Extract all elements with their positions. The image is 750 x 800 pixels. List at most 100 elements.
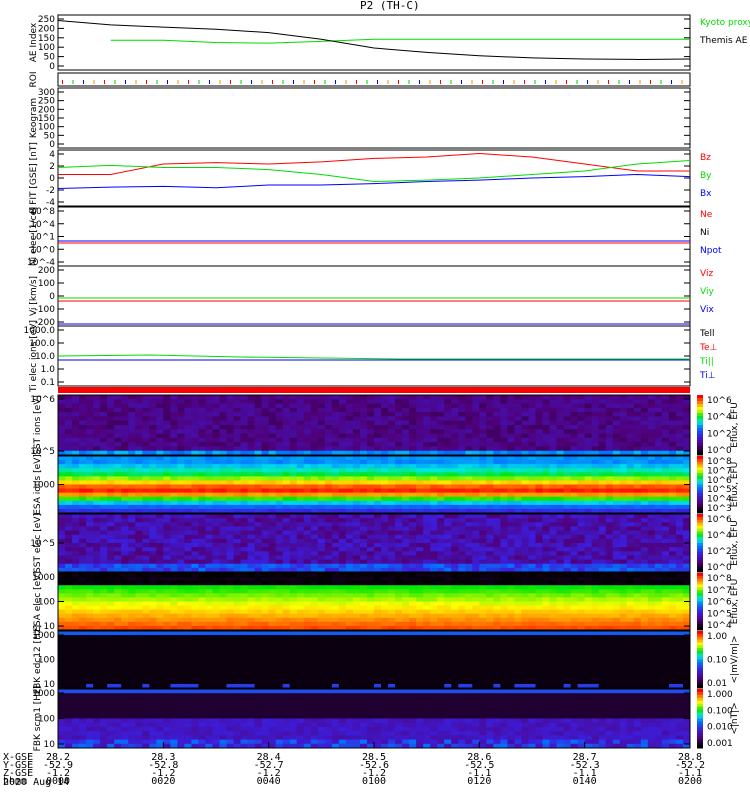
spectrogram-cell xyxy=(388,484,396,490)
spectrogram-cell xyxy=(198,425,206,430)
spectrogram-cell xyxy=(605,484,614,490)
spectrogram-cell xyxy=(254,464,263,469)
spectrogram-cell xyxy=(374,589,382,594)
spectrogram-cell xyxy=(465,500,473,506)
spectrogram-cell xyxy=(423,621,431,627)
spectrogram-cell xyxy=(226,593,235,598)
spectrogram-cell xyxy=(324,488,333,494)
spectrogram-cell xyxy=(107,563,115,569)
spectrogram-cell xyxy=(661,416,670,422)
spectrogram-cell xyxy=(500,496,508,502)
spectrogram-cell xyxy=(472,601,480,607)
spectrogram-cell xyxy=(619,488,628,494)
spectrogram-cell xyxy=(366,593,375,598)
spectrogram-cell xyxy=(170,468,178,473)
spectrogram-cell xyxy=(303,530,312,536)
spectrogram-cell xyxy=(240,601,249,607)
spectrogram-cell xyxy=(324,437,333,443)
spectrogram-cell xyxy=(233,500,242,506)
spectrogram-cell xyxy=(198,538,206,544)
spectrogram-cell xyxy=(135,609,143,615)
spectrogram-cell xyxy=(177,534,185,540)
spectrogram-cell xyxy=(163,577,171,582)
spectrogram-cell xyxy=(444,563,452,569)
spectrogram-cell xyxy=(612,573,621,578)
spectrogram-cell xyxy=(156,547,164,552)
spectrogram-cell xyxy=(451,464,459,469)
spectrogram-cell xyxy=(682,420,691,426)
spectrogram-cell xyxy=(423,593,431,598)
spectrogram-cell xyxy=(191,601,199,607)
spectrogram-cell xyxy=(472,551,480,556)
spectrogram-cell xyxy=(233,585,242,590)
spectrogram-cell xyxy=(142,395,150,400)
spectrogram-cell xyxy=(359,412,368,417)
spectrogram-cell xyxy=(563,403,572,409)
spectrogram-cell xyxy=(640,403,649,409)
spectrogram-cell xyxy=(535,530,544,536)
spectrogram-cell xyxy=(584,412,593,417)
spectrogram-cell xyxy=(654,585,663,590)
spectrogram-cell xyxy=(352,617,361,623)
spectrogram-cell xyxy=(359,395,368,400)
spectrogram-cell xyxy=(514,496,522,502)
spectrogram-cell xyxy=(584,480,593,485)
spectrogram-cell xyxy=(142,456,150,461)
spectrogram-cell xyxy=(128,407,136,413)
spectrogram-cell xyxy=(170,420,178,426)
spectrogram-cell xyxy=(507,514,515,519)
spectrogram-cell xyxy=(577,456,586,461)
spectrogram-cell xyxy=(416,522,424,527)
spectrogram-cell xyxy=(296,563,305,569)
spectrogram-cell xyxy=(381,547,389,552)
spectrogram-cell xyxy=(409,559,417,565)
spectrogram-cell xyxy=(374,563,382,569)
spectrogram-cell xyxy=(549,593,558,598)
spectrogram-cell xyxy=(240,472,249,477)
spectrogram-cell xyxy=(212,429,221,435)
spectrogram-cell xyxy=(605,526,614,532)
spectrogram-cell xyxy=(542,433,551,439)
spectrogram-cell xyxy=(142,581,150,586)
spectrogram-cell xyxy=(149,403,157,409)
spectrogram-cell xyxy=(163,446,171,452)
spectrogram-cell xyxy=(268,526,277,532)
spectrogram-cell xyxy=(416,456,424,461)
spectrogram-cell xyxy=(310,468,319,473)
spectrogram-cell xyxy=(591,593,600,598)
spectrogram-cell xyxy=(556,589,565,594)
spectrogram-cell xyxy=(633,416,642,422)
spectrogram-cell xyxy=(381,468,389,473)
spectrogram-cell xyxy=(402,399,410,405)
spectrogram-cell xyxy=(114,585,122,590)
spectrogram-cell xyxy=(177,437,185,443)
spectrogram-cell xyxy=(486,468,494,473)
spectrogram-cell xyxy=(640,573,649,578)
spectrogram-cell xyxy=(156,437,164,443)
spectrogram-cell xyxy=(528,543,537,548)
spectrogram-cell xyxy=(247,613,256,619)
spectrogram-cell xyxy=(352,605,361,611)
spectrogram-cell xyxy=(317,621,326,627)
spectrogram-cell xyxy=(444,416,452,422)
spectrogram-cell xyxy=(86,555,94,561)
spectrogram-cell xyxy=(640,538,649,544)
spectrogram-cell xyxy=(598,500,607,506)
spectrogram-cell xyxy=(640,504,649,510)
spectrogram-cell xyxy=(521,429,529,435)
spectrogram-cell xyxy=(191,437,199,443)
spectrogram-cell xyxy=(359,472,368,477)
spectrogram-cell xyxy=(423,460,431,465)
spectrogram-cell xyxy=(107,559,115,565)
spectrogram-cell xyxy=(128,577,136,582)
spectrogram-cell xyxy=(654,420,663,426)
spectrogram-cell xyxy=(282,547,291,552)
spectrogram-cell xyxy=(486,476,494,481)
spectrogram-cell xyxy=(93,460,101,465)
spectrogram-cell xyxy=(275,534,284,540)
spectrogram-cell xyxy=(430,621,438,627)
spectrogram-cell xyxy=(430,559,438,565)
spectrogram-cell xyxy=(640,416,649,422)
spectrogram-cell xyxy=(100,617,108,623)
spectrogram-cell xyxy=(107,609,115,615)
